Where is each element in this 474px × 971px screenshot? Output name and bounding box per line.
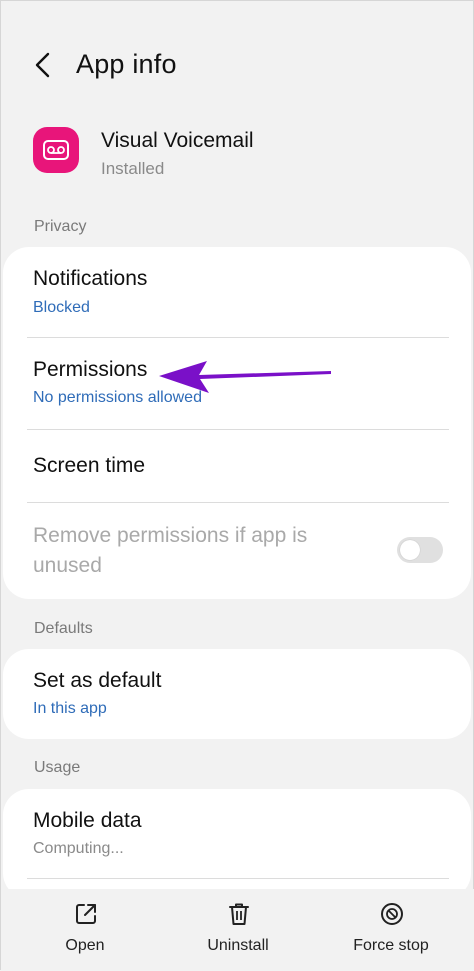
open-label: Open [65,937,105,954]
app-status: Installed [101,159,165,178]
header: App info [1,37,474,93]
trash-icon [229,903,249,925]
back-button[interactable] [23,45,63,85]
defaults-card: Set as default In this app [3,649,471,739]
section-label-defaults: Defaults [34,620,93,637]
section-label-usage: Usage [34,759,81,776]
app-name: Visual Voicemail [101,129,254,152]
remove-permissions-row: Remove permissions if app is unused [3,503,471,599]
toggle-knob [400,540,420,560]
open-button[interactable]: Open [25,899,145,965]
back-arrow-icon [35,52,50,78]
privacy-card: Notifications Blocked Permissions No per… [3,247,471,599]
app-info-screen: App info Visual Voicemail Installed Priv… [0,0,474,971]
force-stop-label: Force stop [353,937,429,954]
notifications-title: Notifications [33,267,148,290]
usage-card: Mobile data Computing... [3,789,471,899]
force-stop-button[interactable]: Force stop [331,899,451,965]
uninstall-label: Uninstall [207,937,269,954]
app-icon [33,127,79,173]
voicemail-icon [43,140,69,160]
uninstall-button[interactable]: Uninstall [178,899,298,965]
divider [27,878,449,879]
remove-permissions-title: Remove permissions if app is unused [33,524,308,577]
set-as-default-title: Set as default [33,669,162,692]
bottom-action-bar: Open Uninstall Force stop [1,889,474,971]
mobile-data-title: Mobile data [33,809,142,832]
set-as-default-status: In this app [33,700,107,717]
notifications-row[interactable]: Notifications Blocked [3,247,471,337]
screen-time-row[interactable]: Screen time [3,430,471,502]
remove-permissions-toggle[interactable] [397,537,443,563]
set-as-default-row[interactable]: Set as default In this app [3,649,471,739]
section-label-privacy: Privacy [34,218,87,235]
notifications-status: Blocked [33,299,90,316]
mobile-data-row[interactable]: Mobile data Computing... [3,789,471,879]
page-title: App info [76,49,177,79]
screen-time-title: Screen time [33,454,146,477]
mobile-data-status: Computing... [33,840,124,857]
annotation-arrow-icon [159,361,331,393]
stop-icon [381,903,403,925]
permissions-title: Permissions [33,358,148,381]
app-header: Visual Voicemail Installed [1,123,474,187]
open-external-icon [76,904,96,924]
